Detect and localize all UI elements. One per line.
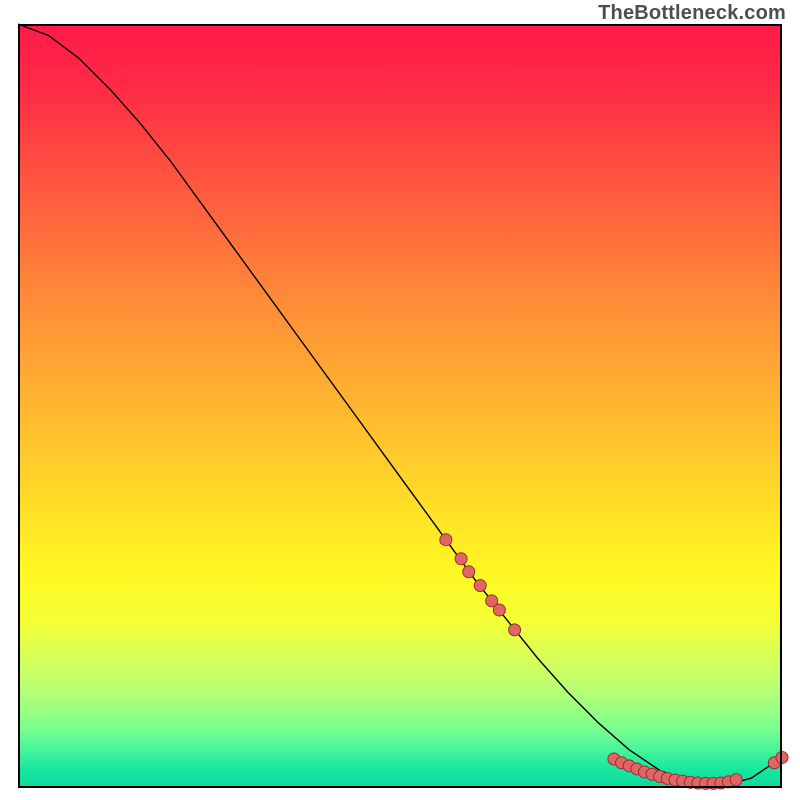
chart-plot-area xyxy=(18,24,782,788)
chart-marker xyxy=(463,566,475,578)
chart-marker xyxy=(509,624,521,636)
chart-marker xyxy=(440,534,452,546)
chart-marker xyxy=(776,751,788,763)
chart-marker xyxy=(493,604,505,616)
chart-line-series xyxy=(18,24,782,786)
chart-marker xyxy=(730,774,742,786)
chart-marker xyxy=(474,580,486,592)
chart-marker-group xyxy=(440,534,788,790)
chart-overlay-svg xyxy=(18,24,782,788)
chart-marker xyxy=(455,553,467,565)
watermark-text: TheBottleneck.com xyxy=(598,2,786,25)
